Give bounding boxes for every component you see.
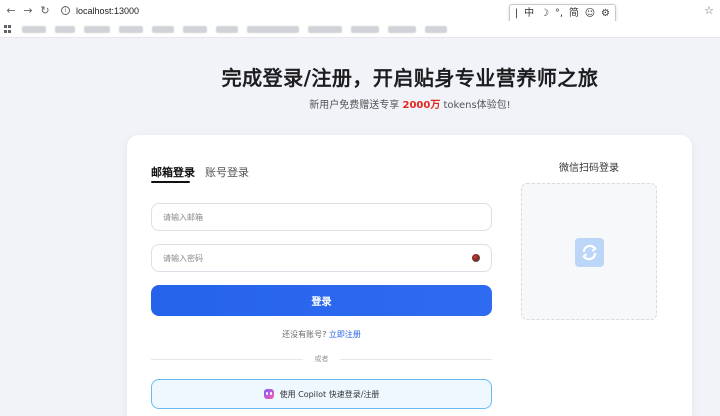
login-card: 邮箱登录 账号登录 请输入邮箱 请输入密码 登录 还没有账号? 立即注册 或者 … bbox=[127, 135, 692, 416]
page-title: 完成登录/注册，开启贴身专业营养师之旅 bbox=[221, 66, 599, 90]
ime-chinese-mode[interactable]: 中 bbox=[524, 7, 534, 21]
password-toggle-icon[interactable] bbox=[472, 254, 480, 262]
forward-arrow-icon[interactable]: → bbox=[22, 4, 34, 17]
reload-icon[interactable]: ↻ bbox=[39, 4, 51, 17]
bookmark-item[interactable] bbox=[425, 25, 447, 33]
bookmark-item[interactable] bbox=[351, 25, 379, 33]
copilot-login-label: 使用 Copilot 快速登录/注册 bbox=[279, 389, 380, 399]
ime-simplified-mode[interactable]: 简 bbox=[569, 7, 579, 21]
tab-account-login[interactable]: 账号登录 bbox=[205, 164, 249, 180]
info-icon[interactable]: i bbox=[61, 6, 70, 15]
email-input[interactable]: 请输入邮箱 bbox=[151, 203, 492, 231]
ime-settings-icon[interactable]: ⚙ bbox=[601, 7, 610, 21]
ime-cursor-icon[interactable]: | bbox=[515, 7, 518, 21]
bookmark-item[interactable] bbox=[152, 25, 174, 33]
subtitle-suffix: tokens体验包! bbox=[440, 100, 511, 111]
bookmark-item[interactable] bbox=[84, 25, 110, 33]
bookmark-item[interactable] bbox=[308, 25, 342, 33]
no-account-text: 还没有账号? bbox=[282, 330, 327, 339]
active-tab-indicator bbox=[151, 181, 190, 183]
ime-punctuation-icon[interactable]: °, bbox=[555, 7, 563, 21]
bookmark-item[interactable] bbox=[216, 25, 238, 33]
register-prompt: 还没有账号? 立即注册 bbox=[151, 329, 492, 340]
copilot-login-button[interactable]: 使用 Copilot 快速登录/注册 bbox=[151, 379, 492, 409]
wechat-qr-box[interactable] bbox=[521, 183, 657, 320]
copilot-icon bbox=[263, 389, 274, 399]
subtitle-prefix: 新用户免费赠送专享 bbox=[309, 100, 403, 111]
email-placeholder: 请输入邮箱 bbox=[163, 212, 203, 222]
apps-grid-icon[interactable] bbox=[4, 25, 12, 33]
login-button[interactable]: 登录 bbox=[151, 285, 492, 316]
bookmark-item[interactable] bbox=[247, 25, 299, 33]
register-link[interactable]: 立即注册 bbox=[329, 330, 361, 339]
bookmark-item[interactable] bbox=[22, 25, 46, 33]
divider-line-right bbox=[340, 359, 492, 360]
bookmark-item[interactable] bbox=[388, 25, 416, 33]
ime-emoji-icon[interactable]: ☺ bbox=[585, 7, 595, 21]
password-placeholder: 请输入密码 bbox=[163, 253, 203, 263]
bookmark-item[interactable] bbox=[55, 25, 75, 33]
refresh-icon[interactable] bbox=[575, 238, 604, 267]
page-subtitle: 新用户免费赠送专享 2000万 tokens体验包! bbox=[0, 96, 720, 111]
tab-email-login[interactable]: 邮箱登录 bbox=[151, 164, 195, 180]
ime-moon-icon[interactable]: ☽ bbox=[540, 7, 549, 21]
bookmarks-bar bbox=[0, 21, 720, 38]
wechat-login-title: 微信扫码登录 bbox=[559, 163, 619, 174]
url-text[interactable]: localhost:13000 bbox=[76, 6, 139, 16]
bookmark-item[interactable] bbox=[119, 25, 143, 33]
or-divider: 或者 bbox=[151, 354, 492, 364]
bookmark-star-icon[interactable]: ☆ bbox=[704, 4, 714, 17]
address-bar[interactable]: i localhost:13000 bbox=[61, 6, 139, 16]
password-input[interactable]: 请输入密码 bbox=[151, 244, 492, 272]
bookmark-item[interactable] bbox=[183, 25, 207, 33]
subtitle-highlight: 2000万 bbox=[402, 100, 441, 111]
back-arrow-icon[interactable]: ← bbox=[5, 4, 17, 17]
